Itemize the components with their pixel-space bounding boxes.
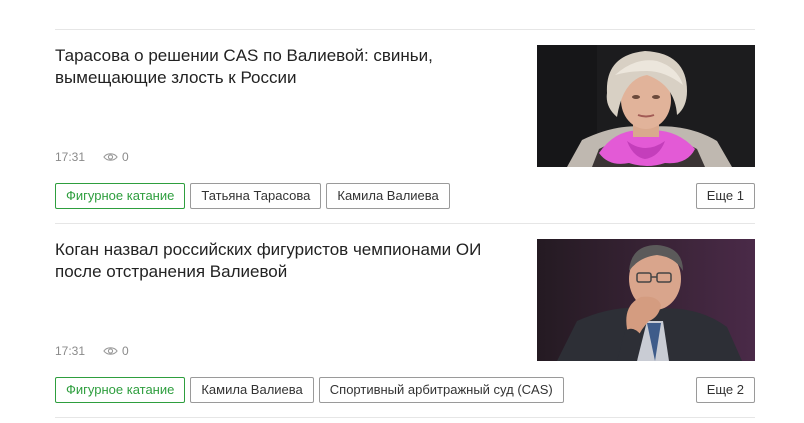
publish-time: 17:31 [55, 344, 86, 358]
view-count-value: 0 [122, 344, 129, 358]
article-title-link[interactable]: Коган назвал российских фигуристов чемпи… [55, 239, 500, 283]
article-tags: Фигурное катание Камила Валиева Спортивн… [55, 377, 755, 403]
article-thumbnail[interactable] [537, 45, 755, 167]
tag-figure-skating[interactable]: Фигурное катание [55, 183, 186, 209]
article-meta: 17:31 0 [55, 344, 129, 358]
view-count: 0 [103, 150, 129, 164]
article-title-link[interactable]: Тарасова о решении CAS по Валиевой: свин… [55, 45, 500, 89]
eye-icon [103, 347, 118, 355]
tag-tatiana-tarasova[interactable]: Татьяна Тарасова [190, 183, 322, 209]
more-tags-button[interactable]: Еще 2 [695, 377, 755, 403]
news-feed: Тарасова о решении CAS по Валиевой: свин… [55, 29, 755, 418]
portrait-image [537, 45, 755, 167]
news-article: Коган назвал российских фигуристов чемпи… [55, 224, 755, 418]
publish-time: 17:31 [55, 150, 86, 164]
article-thumbnail[interactable] [537, 239, 755, 361]
eye-icon [103, 153, 118, 161]
article-meta: 17:31 0 [55, 150, 129, 164]
news-article: Тарасова о решении CAS по Валиевой: свин… [55, 30, 755, 224]
tag-figure-skating[interactable]: Фигурное катание [55, 377, 186, 403]
view-count: 0 [103, 344, 129, 358]
view-count-value: 0 [122, 150, 129, 164]
tag-cas[interactable]: Спортивный арбитражный суд (CAS) [318, 377, 564, 403]
article-tags: Фигурное катание Татьяна Тарасова Камила… [55, 183, 755, 209]
tag-kamila-valieva[interactable]: Камила Валиева [326, 183, 450, 209]
tag-kamila-valieva[interactable]: Камила Валиева [190, 377, 314, 403]
more-tags-button[interactable]: Еще 1 [695, 183, 755, 209]
portrait-image [537, 239, 755, 361]
